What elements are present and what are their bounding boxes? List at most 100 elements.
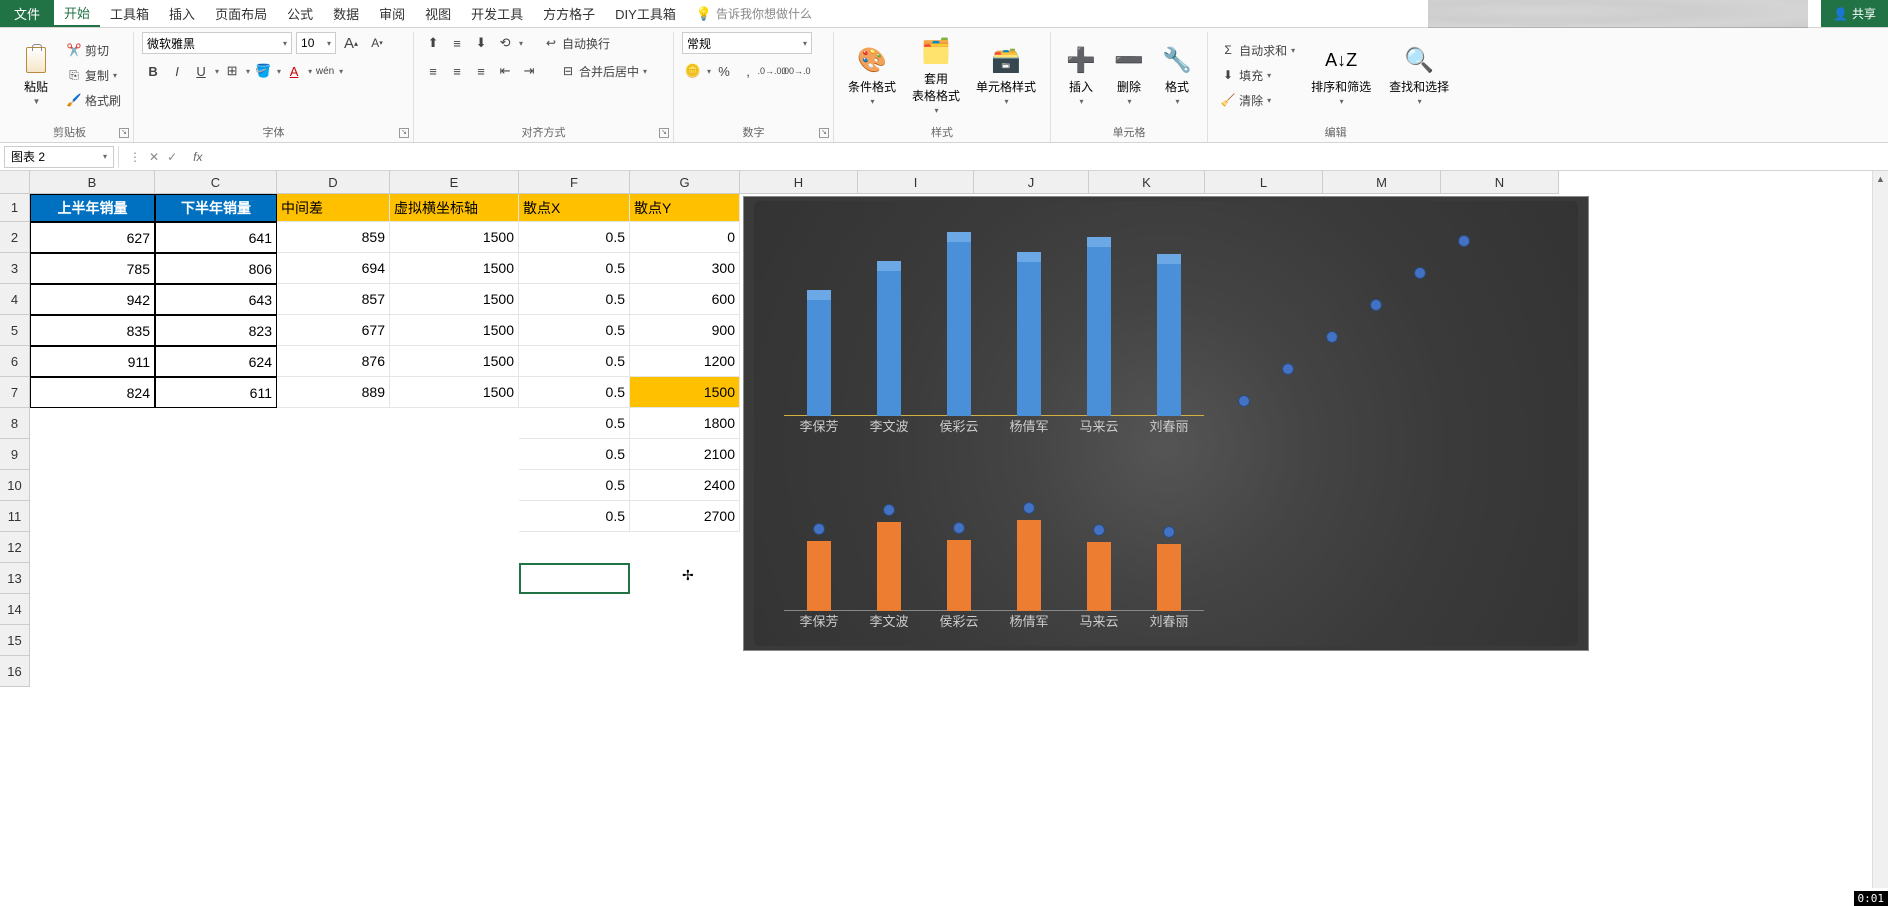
cell-B3[interactable]: 785 [30,253,155,284]
row-header-11[interactable]: 11 [0,501,30,532]
menu-home[interactable]: 开始 [54,0,100,27]
cell-G10[interactable]: 2400 [630,470,740,501]
formula-input[interactable] [208,146,1888,168]
row-header-13[interactable]: 13 [0,563,30,594]
font-family-select[interactable]: 微软雅黑▾ [142,32,292,54]
merge-center-button[interactable]: ⊟合并后居中▾ [556,61,651,82]
insert-cells-button[interactable]: ➕插入▾ [1059,40,1103,110]
chart-bar[interactable] [947,242,971,416]
cell-G8[interactable]: 1800 [630,408,740,439]
chart-scatter-dot[interactable] [953,522,965,534]
chart-bar[interactable] [1087,542,1111,611]
align-middle-button[interactable]: ≡ [446,32,468,54]
row-header-10[interactable]: 10 [0,470,30,501]
row-header-15[interactable]: 15 [0,625,30,656]
find-select-button[interactable]: 🔍查找和选择▾ [1383,40,1455,110]
cell-F9[interactable]: 0.5 [519,439,630,470]
column-header-M[interactable]: M [1323,171,1441,194]
chart-bar[interactable] [1087,247,1111,416]
cell-F1[interactable]: 散点X [519,194,630,222]
paste-button[interactable]: 粘贴 ▼ [14,40,58,110]
column-header-D[interactable]: D [277,171,390,194]
align-top-button[interactable]: ⬆ [422,32,444,54]
column-header-L[interactable]: L [1205,171,1323,194]
select-all-corner[interactable] [0,171,30,194]
row-header-16[interactable]: 16 [0,656,30,687]
alignment-launcher[interactable]: ↘ [659,128,669,138]
chart-scatter-dot[interactable] [1414,267,1426,279]
cell-F6[interactable]: 0.5 [519,346,630,377]
format-painter-button[interactable]: 🖌️格式刷 [62,90,125,111]
align-left-button[interactable]: ≡ [422,60,444,82]
number-launcher[interactable]: ↘ [819,128,829,138]
chart-bar[interactable] [877,271,901,416]
wrap-text-button[interactable]: ↩自动换行 [539,33,614,54]
cell-C4[interactable]: 643 [155,284,277,315]
embedded-chart[interactable]: 李保芳李文波侯彩云杨倩军马来云刘春丽 李保芳李文波侯彩云杨倩军马来云刘春丽 [743,196,1589,651]
menu-review[interactable]: 审阅 [369,0,415,27]
underline-button[interactable]: U [190,60,212,82]
row-header-5[interactable]: 5 [0,315,30,346]
increase-decimal-button[interactable]: .0→.00 [761,60,783,82]
cell-style-button[interactable]: 🗃️单元格样式▾ [970,40,1042,110]
menu-data[interactable]: 数据 [323,0,369,27]
cell-G9[interactable]: 2100 [630,439,740,470]
cell-G4[interactable]: 600 [630,284,740,315]
cell-F2[interactable]: 0.5 [519,222,630,253]
chart-bar[interactable] [877,522,901,611]
scroll-up-button[interactable]: ▲ [1873,171,1888,187]
cell-F7[interactable]: 0.5 [519,377,630,408]
fill-color-button[interactable]: 🪣 [252,60,274,82]
cell-F4[interactable]: 0.5 [519,284,630,315]
row-header-8[interactable]: 8 [0,408,30,439]
cell-F10[interactable]: 0.5 [519,470,630,501]
cell-C2[interactable]: 641 [155,222,277,253]
cell-E5[interactable]: 1500 [390,315,519,346]
chart-scatter-dot[interactable] [813,523,825,535]
bold-button[interactable]: B [142,60,164,82]
vertical-scrollbar[interactable]: ▲ [1872,171,1888,888]
cell-G11[interactable]: 2700 [630,501,740,532]
formula-options-icon[interactable]: ⋮ [129,150,141,164]
column-header-F[interactable]: F [519,171,630,194]
cell-B2[interactable]: 627 [30,222,155,253]
fx-icon[interactable]: fx [187,150,208,164]
cell-G6[interactable]: 1200 [630,346,740,377]
cell-G1[interactable]: 散点Y [630,194,740,222]
column-header-E[interactable]: E [390,171,519,194]
menu-developer[interactable]: 开发工具 [461,0,533,27]
orientation-button[interactable]: ⟲ [494,32,516,54]
cancel-formula-button[interactable]: ✕ [149,150,159,164]
chart-scatter-dot[interactable] [1370,299,1382,311]
menu-formulas[interactable]: 公式 [277,0,323,27]
border-button[interactable]: ⊞ [221,60,243,82]
cell-D2[interactable]: 859 [277,222,390,253]
font-size-select[interactable]: 10▾ [296,32,336,54]
menu-toolbox[interactable]: 工具箱 [100,0,159,27]
italic-button[interactable]: I [166,60,188,82]
menu-diy[interactable]: DIY工具箱 [605,0,686,27]
column-header-J[interactable]: J [974,171,1089,194]
align-center-button[interactable]: ≡ [446,60,468,82]
copy-button[interactable]: ⎘复制▾ [62,65,125,86]
menu-view[interactable]: 视图 [415,0,461,27]
chart-scatter-dot[interactable] [1238,395,1250,407]
accept-formula-button[interactable]: ✓ [167,150,177,164]
row-header-14[interactable]: 14 [0,594,30,625]
column-header-N[interactable]: N [1441,171,1559,194]
cell-F8[interactable]: 0.5 [519,408,630,439]
name-box[interactable]: 图表 2 ▾ [4,146,114,168]
row-header-7[interactable]: 7 [0,377,30,408]
cell-B7[interactable]: 824 [30,377,155,408]
tell-me-search[interactable]: 💡 告诉我你想做什么 [696,0,812,27]
cell-D4[interactable]: 857 [277,284,390,315]
table-format-button[interactable]: 🗂️套用 表格格式▾ [906,32,966,119]
clear-button[interactable]: 🧹清除▾ [1216,90,1299,111]
align-right-button[interactable]: ≡ [470,60,492,82]
cell-C3[interactable]: 806 [155,253,277,284]
font-color-button[interactable]: A [283,60,305,82]
column-header-K[interactable]: K [1089,171,1205,194]
chart-bar[interactable] [1017,262,1041,416]
row-header-4[interactable]: 4 [0,284,30,315]
number-format-select[interactable]: 常规▾ [682,32,812,54]
